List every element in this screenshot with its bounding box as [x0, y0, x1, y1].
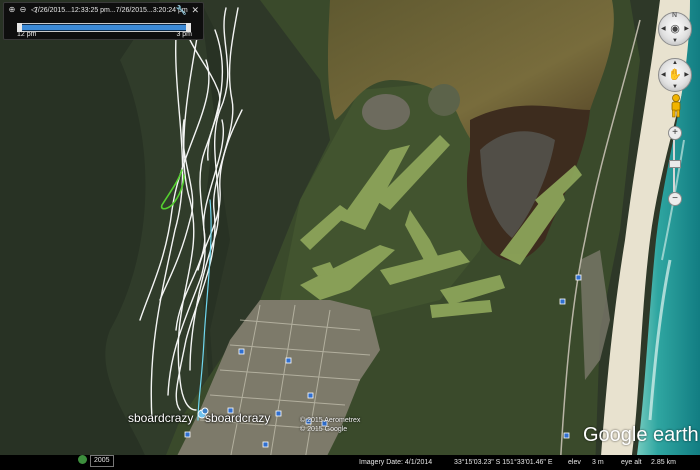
time-slider-fill [21, 25, 186, 30]
imagery-date: Imagery Date: 4/1/2014 [359, 459, 433, 466]
zoom-minus-icon[interactable]: − [668, 192, 682, 206]
zoom-slider[interactable]: + − [668, 126, 682, 206]
elevation-label: elev [568, 459, 581, 466]
status-bar: 2005 Imagery Date: 4/1/2014 33°15'03.23"… [0, 455, 700, 470]
elevation-value: 3 m [592, 459, 604, 466]
tour-icon[interactable] [78, 455, 87, 464]
move-down-arrow[interactable]: ▼ [672, 84, 678, 90]
historical-imagery-year[interactable]: 2005 [90, 455, 114, 467]
look-left-arrow[interactable]: ◀ [661, 25, 666, 32]
satellite-map[interactable] [0, 0, 700, 470]
move-left-arrow[interactable]: ◀ [661, 71, 666, 78]
move-control[interactable]: ✋ ▲ ◀ ▶ ▼ [658, 58, 692, 92]
copyright-line-2: © 2015 Google [300, 426, 348, 433]
time-slider-panel: ⊕ ⊖ ◁ 7/26/2015...12:33:25 pm...7/26/201… [3, 2, 204, 40]
move-right-arrow[interactable]: ▶ [684, 71, 689, 78]
look-right-arrow[interactable]: ▶ [684, 25, 689, 32]
zoom-out-icon[interactable]: ⊖ [19, 6, 27, 14]
track-label-2: sboardcrazy [205, 411, 271, 425]
move-up-arrow[interactable]: ▲ [672, 60, 678, 66]
time-slider-track[interactable] [17, 23, 191, 32]
eye-icon: ◉ [670, 23, 680, 35]
time-slider-start-label: 12 pm [17, 31, 37, 38]
hand-icon: ✋ [668, 69, 682, 81]
coordinates: 33°15'03.23" S 151°33'01.46" E [454, 459, 553, 466]
copyright-line-1: © 2015 Aerometrex [300, 417, 361, 424]
eye-altitude-value: 2.85 km [651, 459, 676, 466]
time-range-text: 7/26/2015...12:33:25 pm...7/26/2015...3:… [34, 7, 188, 14]
zoom-in-icon[interactable]: ⊕ [8, 6, 16, 14]
pegman-icon[interactable] [667, 94, 685, 118]
zoom-thumb[interactable] [669, 160, 681, 168]
close-icon[interactable]: ✕ [191, 5, 199, 16]
north-indicator[interactable]: N [672, 12, 677, 19]
time-slider-end-label: 3 pm [176, 31, 192, 38]
look-down-arrow[interactable]: ▼ [672, 38, 678, 44]
google-earth-logo: Google earth [583, 424, 699, 446]
track-label-1: sboardcrazy [128, 411, 194, 425]
look-control[interactable]: N ◉ ◀ ▶ ▼ [658, 12, 692, 46]
copyright-notice: © 2015 Aerometrex © 2015 Google [300, 416, 360, 434]
wrench-icon[interactable]: 🔧 [176, 5, 187, 16]
eye-altitude-label: eye alt [621, 459, 642, 466]
zoom-plus-icon[interactable]: + [668, 126, 682, 140]
